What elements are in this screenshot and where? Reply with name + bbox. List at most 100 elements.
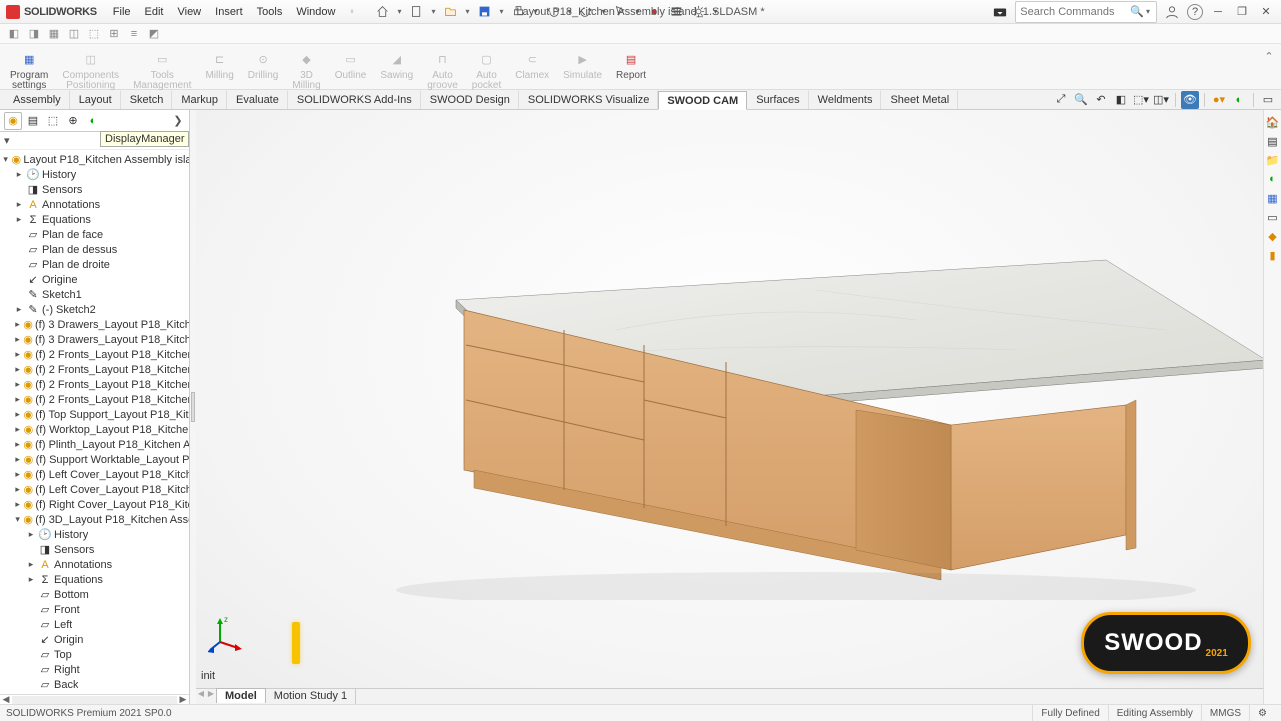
qa-icon-6[interactable]: ⊞ [106,26,122,42]
tree-item[interactable]: ▸◉(f) 2 Fronts_Layout P18_Kitchen Assemb… [2,392,189,407]
status-gear-icon[interactable]: ⚙ [1249,705,1275,721]
fm-tab-dim-icon[interactable]: ⊕ [64,112,82,130]
tree-item[interactable]: ▸◉(f) Left Cover_Layout P18_Kitchen Asse… [2,467,189,482]
status-units[interactable]: MMGS [1201,705,1249,721]
qa-icon-1[interactable]: ◧ [6,26,22,42]
fm-tab-config-icon[interactable]: ⬚ [44,112,62,130]
tp-home-icon[interactable]: 🏠 [1265,114,1281,130]
qa-icon-5[interactable]: ⬚ [86,26,102,42]
tree-root[interactable]: ▾◉Layout P18_Kitchen Assembly island_1 (… [2,152,189,167]
pin-icon[interactable] [343,3,361,21]
tree-sketch1[interactable]: ✎Sketch1 [2,287,189,302]
open-icon[interactable] [441,3,459,21]
tab-weldments[interactable]: Weldments [809,90,882,109]
tree-item[interactable]: ▸◉(f) 2 Fronts_Layout P18_Kitchen Assemb… [2,362,189,377]
display-style-icon[interactable]: ◫▾ [1152,91,1170,109]
tree-item[interactable]: ▸◉(f) Top Support_Layout P18_Kitchen Ass… [2,407,189,422]
zoom-area-icon[interactable]: 🔍 [1072,91,1090,109]
cmdmgr-chevron-icon[interactable]: ⌃ [1261,48,1277,64]
tp-custom-icon[interactable]: ▦ [1265,190,1281,206]
tree-item[interactable]: ▸◉(f) Support Worktable_Layout P18_Kitch… [2,452,189,467]
new-drop[interactable]: ▾ [429,3,437,21]
tp-swood-icon[interactable]: ◆ [1265,228,1281,244]
view-triad[interactable]: z [208,614,248,654]
menu-tools[interactable]: Tools [251,3,289,21]
tree-3d[interactable]: ▾◉(f) 3D_Layout P18_Kitchen Assembly isl… [2,512,189,527]
bottom-tab-motion[interactable]: Motion Study 1 [266,689,356,704]
tab-swood-cam[interactable]: SWOOD CAM [658,91,747,110]
filter-funnel-icon[interactable]: ▾ [4,134,10,147]
menu-insert[interactable]: Insert [209,3,249,21]
home-icon[interactable] [373,3,391,21]
tab-swood-design[interactable]: SWOOD Design [421,90,519,109]
hide-show-icon[interactable]: 👁 [1181,91,1199,109]
tree-sub-annotations[interactable]: ▸AAnnotations [2,557,189,572]
tree-sub-origin[interactable]: ↙Origin [2,632,189,647]
menu-file[interactable]: File [107,3,137,21]
menu-view[interactable]: View [171,3,207,21]
user-icon[interactable] [1163,3,1181,21]
zoom-fit-icon[interactable]: ⤢ [1052,91,1070,109]
feature-tree[interactable]: ▾◉Layout P18_Kitchen Assembly island_1 (… [0,150,189,694]
tree-item[interactable]: ▸◉(f) 3 Drawers_Layout P18_Kitchen Assem… [2,332,189,347]
tree-hscroll[interactable]: ◀ ▶ [0,694,189,704]
scene-icon[interactable]: ◐ [1230,91,1248,109]
tree-item[interactable]: ▸◉(f) Right Cover_Layout P18_Kitchen Ass… [2,497,189,512]
render-icon[interactable]: ▭ [1259,91,1277,109]
tree-item[interactable]: ▸◉(f) Plinth_Layout P18_Kitchen Assembly… [2,437,189,452]
menu-window[interactable]: Window [290,3,341,21]
tree-sensors[interactable]: ◨Sensors [2,182,189,197]
close-icon[interactable]: ✕ [1257,3,1275,21]
qa-icon-8[interactable]: ◩ [146,26,162,42]
tree-item[interactable]: ▸◉(f) 2 Fronts_Layout P18_Kitchen Assemb… [2,377,189,392]
tab-visualize[interactable]: SOLIDWORKS Visualize [519,90,658,109]
tree-plan-face[interactable]: ▱Plan de face [2,227,189,242]
tree-sub-sensors[interactable]: ◨Sensors [2,542,189,557]
home-drop[interactable]: ▾ [395,3,403,21]
tree-plan-dessus[interactable]: ▱Plan de dessus [2,242,189,257]
tree-sub-bottom[interactable]: ▱Bottom [2,587,189,602]
tree-sub-back[interactable]: ▱Back [2,677,189,692]
fm-expand-icon[interactable]: ❯ [171,113,185,127]
prev-view-icon[interactable]: ↶ [1092,91,1110,109]
tab-addins[interactable]: SOLIDWORKS Add-Ins [288,90,421,109]
tab-surfaces[interactable]: Surfaces [747,90,808,109]
tab-evaluate[interactable]: Evaluate [227,90,288,109]
tab-markup[interactable]: Markup [172,90,227,109]
bottom-tab-model[interactable]: Model [216,688,266,703]
view-orient-icon[interactable]: ⬚▾ [1132,91,1150,109]
tree-item[interactable]: ▸◉(f) 3 Drawers_Layout P18_Kitchen Assem… [2,317,189,332]
tree-item[interactable]: ▸◉(f) Worktop_Layout P18_Kitchen Assembl… [2,422,189,437]
minimize-icon[interactable]: ─ [1209,3,1227,21]
tree-annotations[interactable]: ▸AAnnotations [2,197,189,212]
qa-icon-7[interactable]: ≡ [126,26,142,42]
tp-swood2-icon[interactable]: ▮ [1265,247,1281,263]
tp-resources-icon[interactable]: ▤ [1265,133,1281,149]
search-icon[interactable]: 🔍 [1130,5,1144,18]
cmd-report[interactable]: ▤Report [612,46,650,83]
appearance-icon[interactable]: ●▾ [1210,91,1228,109]
cloud-icon[interactable] [991,3,1009,21]
save-drop[interactable]: ▾ [497,3,505,21]
tab-sheetmetal[interactable]: Sheet Metal [881,90,958,109]
qa-icon-2[interactable]: ◨ [26,26,42,42]
cmd-program-settings[interactable]: ▦Program settings [6,46,52,93]
section-icon[interactable]: ◧ [1112,91,1130,109]
graphics-viewport[interactable]: ─ □ ❐ ✕ [196,110,1281,704]
tree-equations[interactable]: ▸ΣEquations [2,212,189,227]
tab-nav-handles[interactable]: ◀▶ [196,689,216,698]
tab-layout[interactable]: Layout [70,90,121,109]
search-drop[interactable]: ▾ [1144,3,1152,21]
tree-sub-equations[interactable]: ▸ΣEquations [2,572,189,587]
tab-sketch[interactable]: Sketch [121,90,173,109]
restore-icon[interactable]: ❐ [1233,3,1251,21]
menu-edit[interactable]: Edit [139,3,170,21]
new-icon[interactable] [407,3,425,21]
help-icon[interactable]: ? [1187,4,1203,20]
save-icon[interactable] [475,3,493,21]
qa-icon-3[interactable]: ▦ [46,26,62,42]
open-drop[interactable]: ▾ [463,3,471,21]
tab-assembly[interactable]: Assembly [4,90,70,109]
tree-sub-history[interactable]: ▸🕑History [2,527,189,542]
tree-sub-front[interactable]: ▱Front [2,602,189,617]
